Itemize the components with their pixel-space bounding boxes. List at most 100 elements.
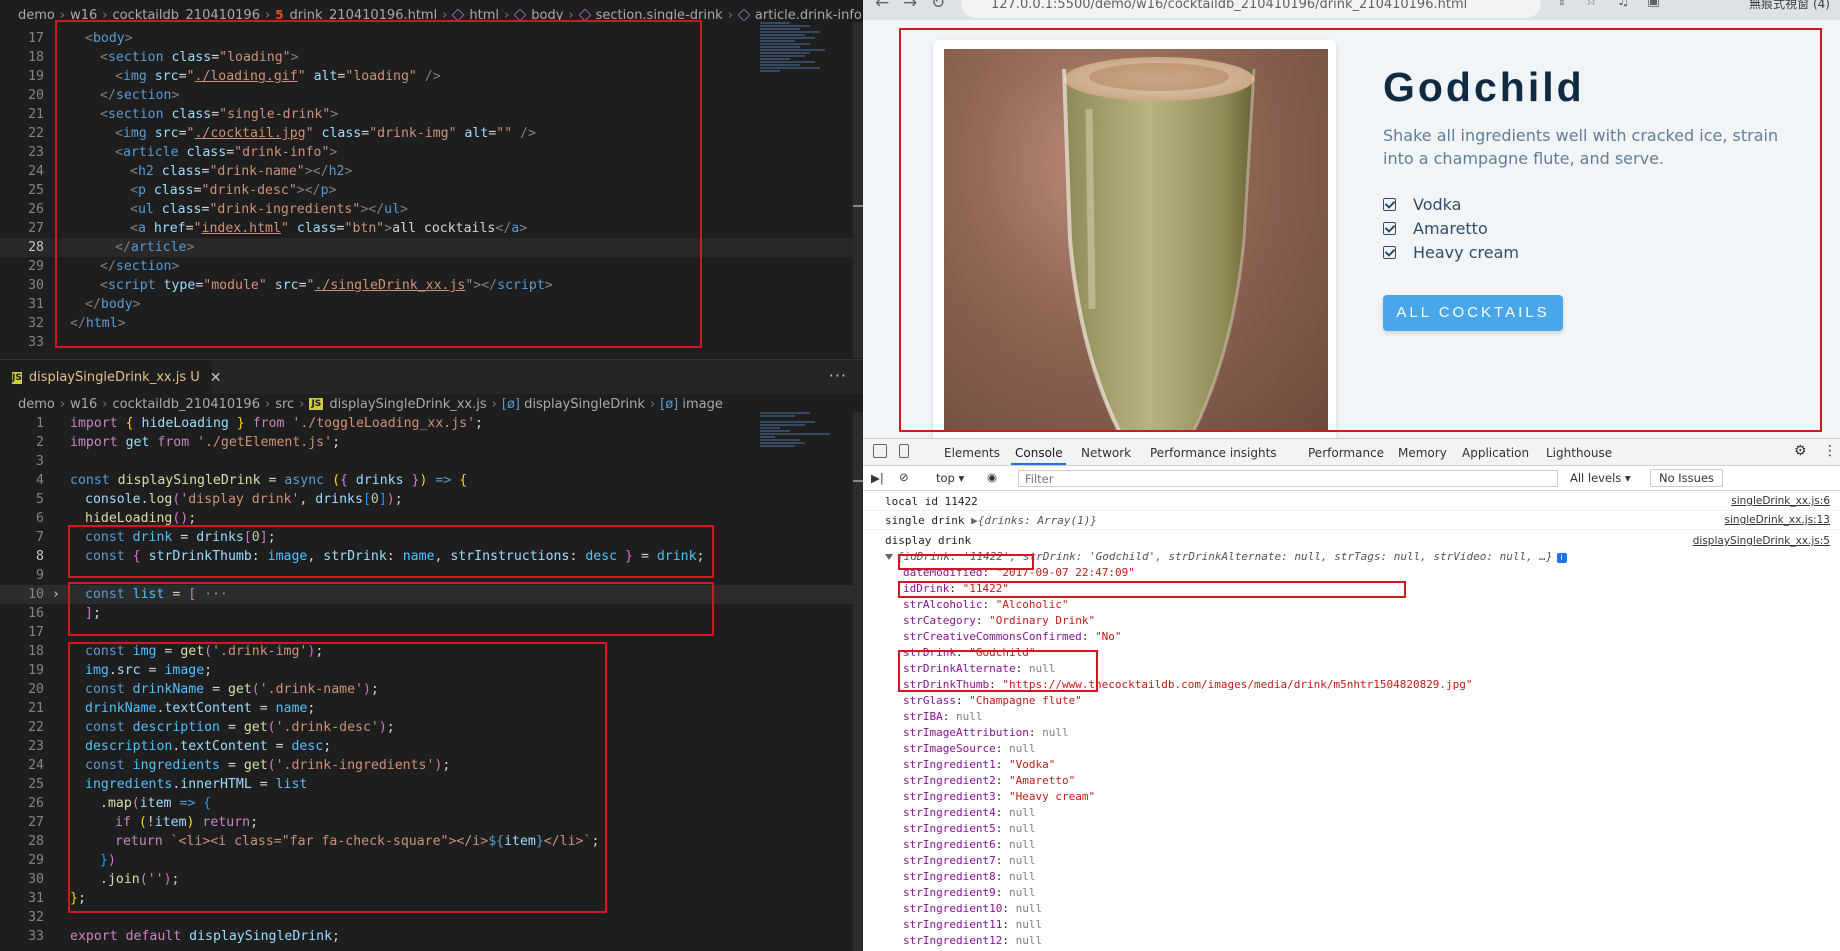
console-message: single drink ▶{drinks: Array(1)} singleDr… [863,511,1840,530]
reload-icon[interactable]: ↻ [931,0,945,13]
crumb-demo[interactable]: demo [18,397,55,412]
code-editor[interactable]: demo › w16 › cocktaildb_210410196 › 5 drink_… [0,0,863,951]
tab-network[interactable]: Network [1081,446,1131,460]
crumb-file[interactable]: drink_210410196.html [290,8,438,23]
tab-lighthouse[interactable]: Lighthouse [1546,446,1612,460]
all-cocktails-button[interactable]: ALL COCKTAILS [1383,295,1563,331]
check-square-icon [1383,221,1396,235]
tab-console[interactable]: Console [1015,446,1063,460]
tab-status: U [190,370,200,385]
crumb-w16[interactable]: w16 [70,8,97,23]
crumb-function[interactable]: displaySingleDrink [524,397,645,412]
tab-label: displaySingleDrink_xx.js [28,370,187,385]
crumb-src[interactable]: src [275,397,294,412]
source-link[interactable]: displaySingleDrink_xx.js:5 [1693,533,1830,549]
code-line: 8 const { strDrinkThumb: image, strDrink:… [36,549,705,564]
crumb-html[interactable]: html [469,8,499,23]
code-line: 26 <ul class="drink-ingredients"></ul> [28,202,408,217]
chevron-right-icon: › [727,7,733,23]
device-toggle-icon[interactable] [899,444,909,458]
code-line: 28 return `<li><i class="far fa-check-squ… [28,834,600,849]
crumb-article[interactable]: article.drink-info [755,8,862,23]
tab-memory[interactable]: Memory [1398,446,1447,460]
code-line: 30 .join(''); [28,872,180,887]
chevron-right-icon: › [264,7,271,23]
tab-displaysingledrink[interactable]: JS displaySingleDrink_xx.js U ✕ [0,360,222,395]
source-link[interactable]: singleDrink_xx.js:13 [1725,511,1830,530]
js-file-icon: JS [12,371,22,384]
drink-image-card [933,40,1336,450]
forward-icon[interactable]: → [903,0,917,13]
code-line: 26 .map(item => { [28,796,212,811]
sidebar-icon[interactable]: ▣ [1647,0,1660,9]
tab-performance[interactable]: Performance [1308,446,1384,460]
back-icon[interactable]: ← [875,0,889,13]
address-bar[interactable]: 127.0.0.1:5500/demo/w16/cocktaildb_21041… [961,0,1541,18]
code-line: 27 <a href="index.html" class="btn">all c… [28,221,528,236]
object-property-row: dateModified: "2017-09-07 22:47:09" [903,566,1135,579]
scrollbar[interactable] [853,22,863,358]
tab-application[interactable]: Application [1462,446,1529,460]
console-filter-input[interactable]: Filter [1018,470,1558,487]
info-icon: i [1556,553,1567,563]
crumb-body[interactable]: body [531,8,563,23]
code-line: 18 <section class="loading"> [28,50,299,65]
crumb-section[interactable]: section.single-drink [596,8,723,23]
crumb-file[interactable]: displaySingleDrink_xx.js [329,397,486,412]
check-square-icon [1383,197,1396,211]
code-line: 18 const img = get('.drink-img'); [28,644,324,659]
tab-elements[interactable]: Elements [944,446,1000,460]
issues-button[interactable]: No Issues [1650,469,1724,487]
minimap[interactable] [760,412,855,448]
object-property-row: strIngredient6: null [903,838,1036,851]
eye-icon[interactable]: ◉ [987,470,997,484]
context-select[interactable]: top ▾ [936,471,964,485]
code-line-active: 28 </article> [0,238,863,257]
close-icon[interactable]: ✕ [210,370,222,386]
sidebar-toggle-icon[interactable]: ▶| [871,471,884,485]
source-link[interactable]: singleDrink_xx.js:6 [1731,492,1830,511]
tab-performance-insights[interactable]: Performance insights [1150,446,1277,460]
crumb-demo[interactable]: demo [18,8,55,23]
extension-icon[interactable]: ♫ [1617,0,1630,9]
html-code-pane[interactable]: 17 <body> 18 <section class="loading"> 19 <… [0,29,863,352]
bookmark-star-icon[interactable]: ☆ [1585,0,1598,9]
scrollbar[interactable] [853,412,863,951]
crumb-folder[interactable]: cocktaildb_210410196 [112,397,260,412]
drink-name: Godchild [1383,64,1585,110]
object-property-row: strImageSource: null [903,742,1036,755]
crumb-variable[interactable]: image [682,397,723,412]
element-icon [578,8,591,22]
gear-icon[interactable]: ⚙ [1794,443,1807,459]
ingredient-item: Vodka [1383,192,1519,216]
code-line: 21 <section class="single-drink"> [28,107,339,122]
inspect-icon[interactable] [873,444,887,458]
kebab-menu-icon[interactable]: ⋮ [1823,443,1837,459]
log-levels-select[interactable]: All levels ▾ [1570,471,1631,485]
code-line: 20 </section> [28,88,180,103]
devtools-tabs: Elements Console Network Performance ins… [863,439,1840,466]
ingredient-label: Amaretto [1413,218,1488,238]
object-property-row: idDrink: "11422" [903,582,1009,595]
incognito-profile[interactable]: 無痕式視窗 (4) [1749,0,1830,12]
drink-image [944,49,1328,431]
code-line-folded: 10 › const list = [ ··· [0,585,863,604]
page-viewport: Godchild Shake all ingredients well with… [863,20,1840,450]
object-property-row: strIngredient7: null [903,854,1036,867]
clear-console-icon[interactable]: ⊘ [899,470,909,484]
console-object-summary[interactable]: {idDrink: '11422', strDrink: 'Godchild',… [863,549,1840,565]
share-icon[interactable]: ⇪ [1556,0,1568,9]
crumb-folder[interactable]: cocktaildb_210410196 [112,8,260,23]
code-line: 29 </section> [28,259,180,274]
js-code-pane[interactable]: 1 import { hideLoading } from './toggleLo… [0,414,863,946]
fold-chevron-icon[interactable]: › [52,585,60,604]
minimap[interactable] [760,22,855,73]
code-line: 32 </html> [28,316,126,331]
more-actions-icon[interactable]: ··· [829,366,847,385]
object-properties: dateModified: "2017-09-07 22:47:09" idDri… [863,565,1840,949]
code-line: 27 if (!item) return; [28,815,259,830]
crumb-w16[interactable]: w16 [70,397,97,412]
element-icon [737,8,751,22]
chevron-right-icon: › [102,7,108,23]
console-toolbar: ▶| ⊘ top ▾ ◉ Filter All levels ▾ No Issu… [863,467,1840,491]
